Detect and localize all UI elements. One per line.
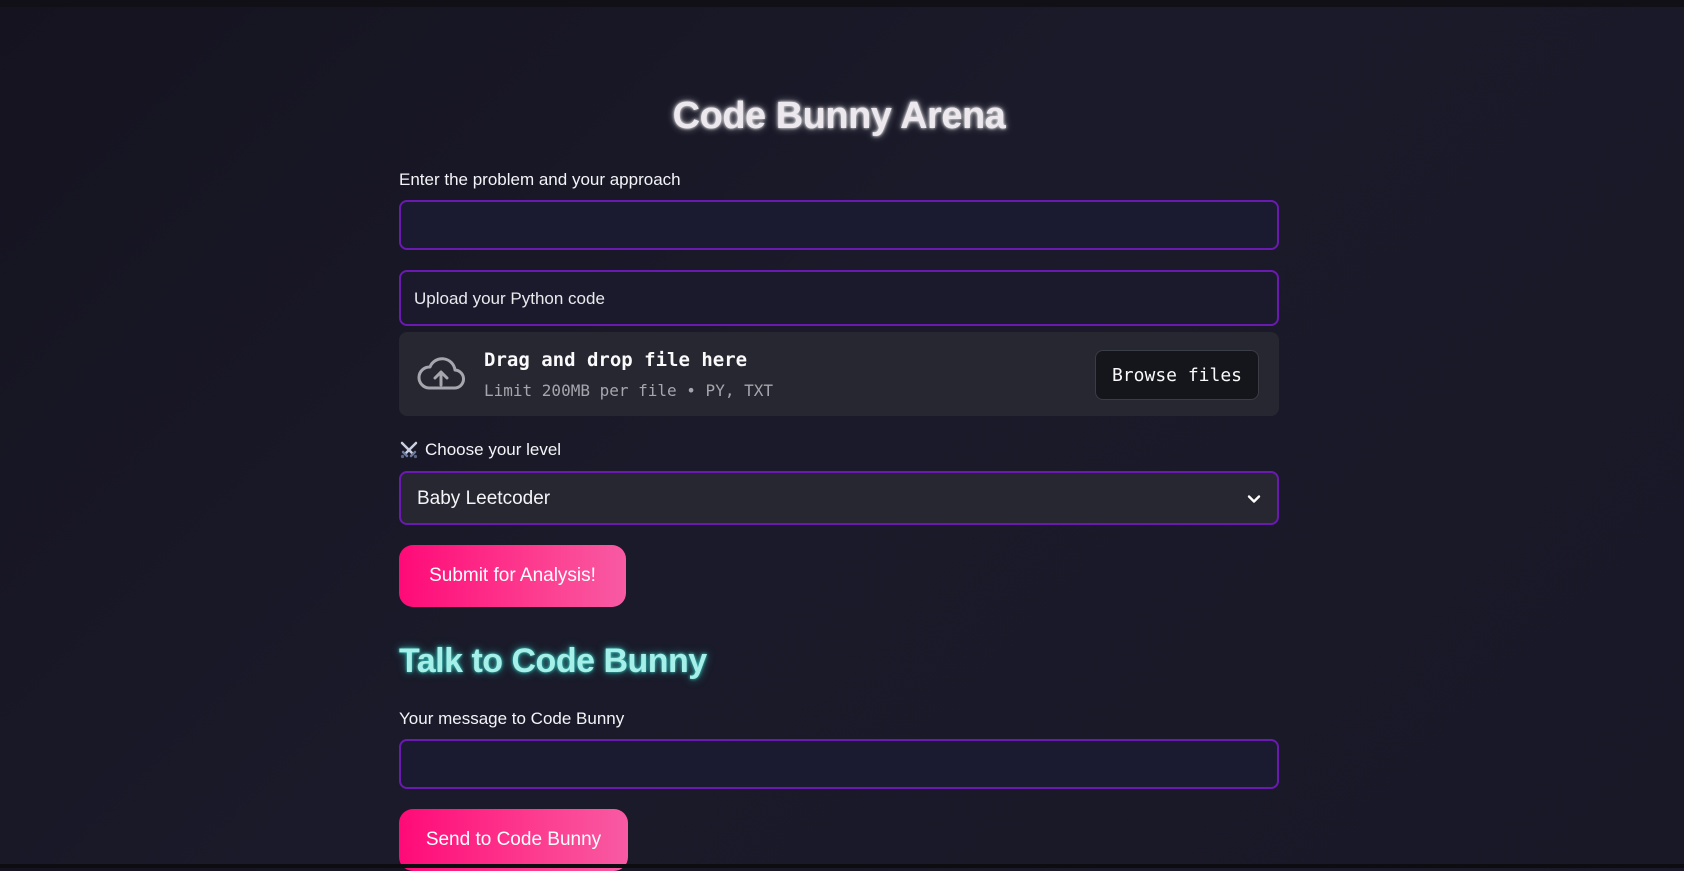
page-title: Code Bunny Arena: [672, 95, 1006, 137]
dropzone-title: Drag and drop file here: [484, 349, 748, 371]
level-label: Choose your level: [399, 440, 561, 460]
level-label-text: Choose your level: [425, 440, 562, 459]
level-select-value: Baby Leetcoder: [417, 488, 551, 509]
uploader-label-text: Upload your Python code: [414, 289, 605, 308]
level-select[interactable]: Baby Leetcoder: [399, 471, 1279, 525]
browse-files-button[interactable]: Browse files: [1095, 350, 1259, 400]
crossed-swords-icon: [400, 441, 418, 459]
top-bar: [0, 0, 1684, 7]
dropzone-limits: Limit 200MB per file • PY, TXT: [484, 381, 773, 400]
chat-heading: Talk to Code Bunny: [399, 642, 707, 680]
bottom-bar: [0, 864, 1684, 868]
chat-message-label: Your message to Code Bunny: [399, 709, 625, 728]
problem-input-label: Enter the problem and your approach: [399, 170, 681, 189]
chat-message-input[interactable]: [399, 739, 1279, 789]
file-uploader-label: Upload your Python code: [399, 270, 1279, 326]
submit-analysis-button[interactable]: Submit for Analysis!: [399, 545, 626, 607]
send-to-code-bunny-button[interactable]: Send to Code Bunny: [399, 809, 628, 871]
chevron-down-icon: [1247, 495, 1261, 503]
file-dropzone[interactable]: Drag and drop file here Limit 200MB per …: [399, 332, 1279, 416]
cloud-upload-icon: [417, 357, 465, 390]
problem-input[interactable]: [399, 200, 1279, 250]
